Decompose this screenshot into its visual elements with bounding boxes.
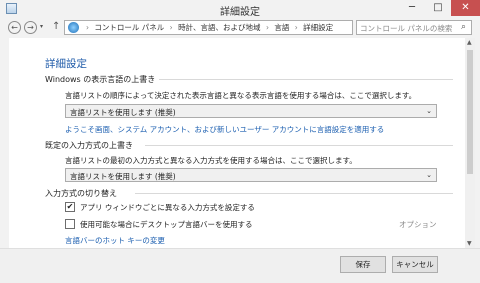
address-bar[interactable]: › コントロール パネル › 時計、言語、および地域 › 言語 › 詳細設定 ▾… bbox=[64, 20, 413, 35]
per-app-input-label[interactable]: アプリ ウィンドウごとに異なる入力方式を設定する bbox=[80, 202, 255, 213]
control-panel-icon bbox=[68, 22, 79, 33]
switching-heading: 入力方式の切り替え bbox=[45, 189, 117, 198]
scroll-thumb[interactable] bbox=[467, 50, 473, 174]
breadcrumb-item[interactable]: コントロール パネル bbox=[94, 23, 164, 32]
minimize-button[interactable]: ─ bbox=[399, 0, 425, 16]
chevron-down-icon: ⌄ bbox=[426, 171, 432, 179]
vertical-scrollbar[interactable]: ▲ ▼ bbox=[465, 38, 475, 248]
divider bbox=[145, 145, 453, 146]
search-input[interactable]: コントロール パネルの検索 bbox=[360, 23, 452, 34]
display-language-heading: Windows の表示言語の上書き bbox=[45, 75, 156, 84]
navigation-bar: ← → ▾ ↑ › コントロール パネル › 時計、言語、および地域 › 言語 … bbox=[0, 18, 480, 38]
breadcrumb-separator: › bbox=[169, 23, 173, 32]
breadcrumb-item[interactable]: 言語 bbox=[274, 23, 289, 32]
breadcrumb-separator: › bbox=[294, 23, 298, 32]
apply-language-settings-link[interactable]: ようこそ画面、システム アカウント、および新しいユーザー アカウントに言語設定を… bbox=[65, 124, 384, 135]
input-method-heading: 既定の入力方式の上書き bbox=[45, 141, 133, 150]
search-icon[interactable]: ⌕ bbox=[461, 22, 466, 32]
divider bbox=[159, 79, 453, 80]
close-button[interactable]: ✕ bbox=[451, 0, 480, 16]
breadcrumb-separator: › bbox=[86, 23, 89, 32]
forward-arrow-icon[interactable]: → bbox=[24, 21, 37, 34]
display-language-description: 言語リストの順序によって決定された表示言語と異なる表示言語を使用する場合は、ここ… bbox=[65, 91, 417, 100]
recent-locations-dropdown-icon[interactable]: ▾ bbox=[40, 23, 43, 30]
scroll-up-icon[interactable]: ▲ bbox=[467, 39, 472, 46]
display-language-select[interactable]: 言語リストを使用します (推奨) ⌄ bbox=[65, 104, 437, 118]
up-arrow-icon[interactable]: ↑ bbox=[52, 21, 60, 32]
maximize-button[interactable]: □ bbox=[425, 0, 451, 16]
chevron-down-icon: ⌄ bbox=[426, 107, 432, 115]
input-method-select[interactable]: 言語リストを使用します (推奨) ⌄ bbox=[65, 168, 437, 182]
window: 詳細設定 ─ □ ✕ ← → ▾ ↑ › コントロール パネル › 時計、言語、… bbox=[0, 0, 480, 283]
title-bar: 詳細設定 ─ □ ✕ bbox=[0, 0, 480, 18]
desktop-language-bar-label[interactable]: 使用可能な場合にデスクトップ言語バーを使用する bbox=[80, 219, 253, 230]
options-link[interactable]: オプション bbox=[399, 219, 437, 230]
settings-panel: 詳細設定 Windows の表示言語の上書き 言語リストの順序によって決定された… bbox=[9, 38, 465, 248]
divider bbox=[135, 193, 453, 194]
per-app-input-checkbox[interactable]: ✔ bbox=[65, 202, 75, 212]
input-method-description: 言語リストの最初の入力方式と異なる入力方式を使用する場合は、ここで選択します。 bbox=[65, 156, 357, 165]
breadcrumb-item[interactable]: 時計、言語、および地域 bbox=[178, 23, 261, 32]
input-method-select-value: 言語リストを使用します (推奨) bbox=[70, 172, 176, 181]
breadcrumb-item[interactable]: 詳細設定 bbox=[303, 23, 333, 32]
breadcrumb-separator: › bbox=[265, 23, 269, 32]
breadcrumb: › コントロール パネル › 時計、言語、および地域 › 言語 › 詳細設定 bbox=[83, 22, 333, 33]
scroll-down-icon[interactable]: ▼ bbox=[467, 240, 472, 247]
hotkey-change-link[interactable]: 言語バーのホット キーの変更 bbox=[65, 235, 165, 246]
cancel-button[interactable]: キャンセル bbox=[392, 256, 438, 273]
save-button[interactable]: 保存 bbox=[340, 256, 386, 273]
back-arrow-icon[interactable]: ← bbox=[8, 21, 21, 34]
display-language-select-value: 言語リストを使用します (推奨) bbox=[70, 108, 176, 117]
desktop-language-bar-checkbox[interactable] bbox=[65, 219, 75, 229]
page-title: 詳細設定 bbox=[45, 58, 87, 70]
footer: 保存 キャンセル bbox=[0, 248, 480, 283]
search-box[interactable]: コントロール パネルの検索 ⌕ bbox=[356, 20, 472, 35]
